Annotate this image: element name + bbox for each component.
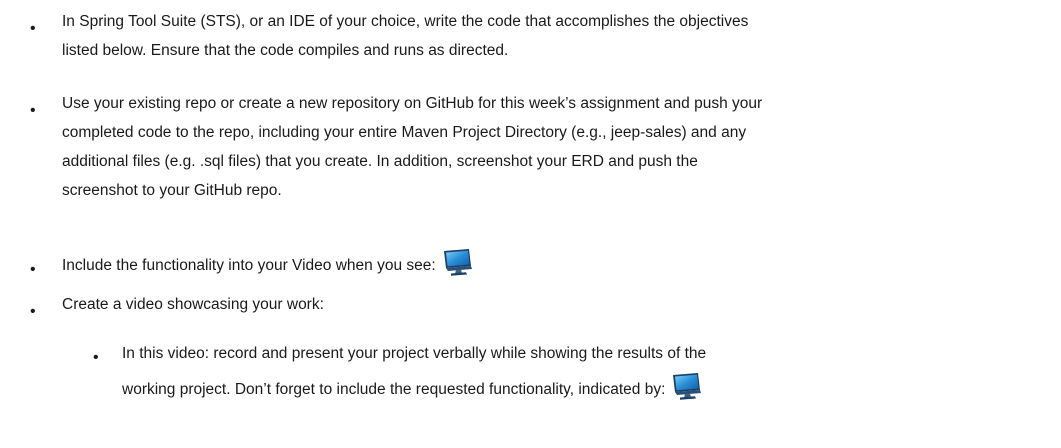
bullet-1-line-2: listed below. Ensure that the code compi… [62,42,509,59]
bullet-1-glyph: • [30,20,36,37]
sub-bullet-line-2: working project. Don’t forget to include… [122,372,706,408]
bullet-3-line-1-text: Include the functionality into your Vide… [62,257,436,274]
bullet-2-line-4: screenshot to your GitHub repo. [62,182,282,199]
sub-bullet-line-1: In this video: record and present your p… [122,345,707,362]
bullet-2-glyph: • [30,102,36,119]
sub-bullet-line-2-text: working project. Don’t forget to include… [122,381,666,398]
bullet-4-line-1: Create a video showcasing your work: [62,296,324,313]
bullet-2-line-3: additional files (e.g. .sql files) that … [62,153,698,170]
bullet-3-glyph: • [30,261,36,278]
sub-bullet-glyph: • [93,349,99,366]
bullet-2-line-2: completed code to the repo, including yo… [62,124,747,141]
monitor-icon [442,248,473,276]
monitor-icon [671,372,702,400]
bullet-4-glyph: • [30,303,36,320]
bullet-1-line-1: In Spring Tool Suite (STS), or an IDE of… [62,13,749,30]
bullet-2-text: Use your existing repo or create a new r… [62,89,762,205]
bullet-2-line-1: Use your existing repo or create a new r… [62,95,763,112]
sub-bullet-text: In this video: record and present your p… [122,336,706,408]
bullet-4-text: Create a video showcasing your work: [62,290,324,319]
bullet-3-line-1: Include the functionality into your Vide… [62,248,473,280]
bullet-1-text: In Spring Tool Suite (STS), or an IDE of… [62,7,748,65]
bullet-3-text: Include the functionality into your Vide… [62,248,473,280]
